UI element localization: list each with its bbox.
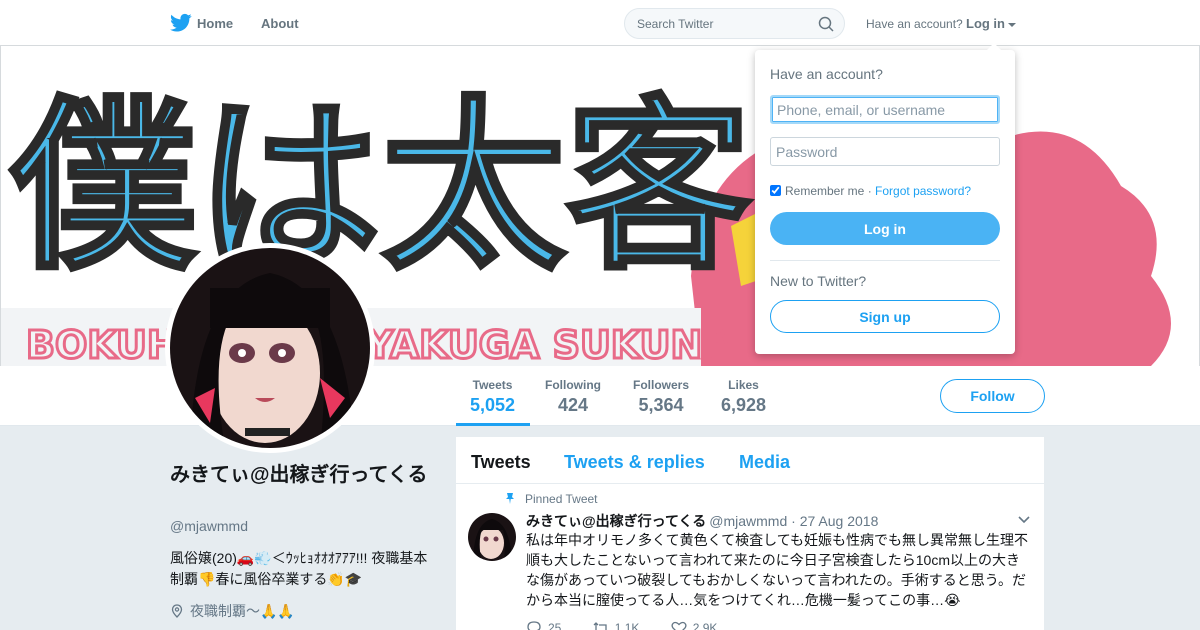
stat-following[interactable]: Following 424: [545, 378, 601, 416]
active-stat-underline: [456, 423, 530, 426]
timeline: Tweets Tweets & replies Media Pinned Twe…: [456, 437, 1044, 630]
stat-label: Following: [545, 378, 601, 392]
tweet-avatar[interactable]: [468, 513, 516, 561]
remember-me-label[interactable]: Remember me: [785, 184, 864, 198]
stat-followers[interactable]: Followers 5,364: [633, 378, 689, 416]
profile-bio: 風俗嬢(20)🚗💨＜ｳｯﾋｮｵｵｵｱｱｱ!!! 夜職基本制覇👎春に風俗卒業する👏…: [170, 550, 428, 587]
heart-icon: [671, 621, 687, 630]
new-to-twitter-text: New to Twitter?: [770, 273, 867, 289]
timeline-tabs: Tweets Tweets & replies Media: [456, 437, 1044, 484]
search-box[interactable]: [624, 8, 845, 39]
tweet-text: 私は年中オリモノ多くて黄色くて検査しても妊娠も性病でも無し異常無し生理不順も大し…: [526, 532, 1029, 608]
remember-separator: ·: [867, 184, 872, 198]
remember-me-row: Remember me · Forgot password?: [770, 184, 971, 198]
reply-button[interactable]: 25: [526, 621, 561, 630]
stat-label: Likes: [728, 378, 759, 392]
profile-handle[interactable]: @mjawmmd: [170, 518, 248, 534]
signup-button[interactable]: Sign up: [770, 300, 1000, 333]
dropdown-arrow: [986, 43, 1002, 51]
location-text: 夜職制覇〜🙏🙏: [190, 603, 295, 619]
top-nav: Home About Have an account? Log in: [0, 0, 1200, 46]
login-dropdown-title: Have an account?: [770, 66, 883, 82]
forgot-password-link[interactable]: Forgot password?: [875, 184, 971, 198]
search-input[interactable]: [637, 17, 807, 31]
chevron-down-icon[interactable]: [1018, 516, 1030, 524]
login-dropdown: Have an account? Remember me · Forgot pa…: [755, 43, 1015, 354]
profile-avatar[interactable]: [165, 243, 375, 453]
reply-count: 25: [548, 621, 562, 630]
dropdown-divider: [770, 260, 1000, 261]
tab-tweets-replies[interactable]: Tweets & replies: [564, 452, 705, 473]
location-pin-icon: [171, 604, 183, 618]
retweet-icon: [593, 622, 607, 630]
tab-tweets[interactable]: Tweets: [471, 452, 531, 473]
avatar-illustration: [170, 248, 370, 448]
reply-icon: [527, 621, 541, 630]
search-icon[interactable]: [818, 16, 834, 32]
username-field[interactable]: [770, 95, 1000, 124]
stat-value: 5,364: [638, 395, 684, 415]
profile-name[interactable]: みきてぃ@出稼ぎ行ってくる: [170, 462, 440, 489]
password-field[interactable]: [770, 137, 1000, 166]
login-button[interactable]: Log in: [770, 212, 1000, 245]
retweet-count: 1.1K: [614, 621, 640, 630]
pinned-icon: [506, 493, 514, 504]
like-count: 2.9K: [692, 621, 718, 630]
login-dropdown-toggle[interactable]: Log in: [966, 16, 1016, 31]
profile-location: 夜職制覇〜🙏🙏: [170, 601, 295, 621]
have-account-text: Have an account?: [866, 17, 963, 31]
pinned-label: Pinned Tweet: [525, 492, 598, 506]
retweet-button[interactable]: 1.1K: [593, 621, 640, 630]
stat-label: Followers: [633, 378, 690, 392]
nav-home-link[interactable]: Home: [197, 16, 233, 31]
tweet-actions: 25 1.1K 2.9K: [526, 621, 745, 630]
tweet-author-handle[interactable]: @mjawmmd: [709, 513, 787, 529]
banner-subtitle-text: BOKUHA FUTOKYAKUGA SUKUNAI: [26, 323, 746, 366]
nav-about-link[interactable]: About: [261, 16, 299, 31]
tweet-date[interactable]: 27 Aug 2018: [800, 513, 879, 529]
stat-tweets[interactable]: Tweets 5,052: [470, 378, 515, 416]
tab-media[interactable]: Media: [739, 452, 790, 473]
tweet-header: みきてぃ@出稼ぎ行ってくる @mjawmmd · 27 Aug 2018: [526, 511, 878, 531]
stat-value: 5,052: [470, 395, 516, 415]
tweet-author-name[interactable]: みきてぃ@出稼ぎ行ってくる: [526, 513, 706, 529]
stat-value: 424: [557, 395, 589, 415]
like-button[interactable]: 2.9K: [671, 621, 718, 630]
twitter-bird-icon[interactable]: [170, 13, 192, 33]
follow-button[interactable]: Follow: [940, 379, 1045, 413]
stat-label: Tweets: [472, 378, 513, 392]
caret-down-icon: [1008, 22, 1016, 27]
stat-value: 6,928: [721, 395, 767, 415]
stat-likes[interactable]: Likes 6,928: [721, 378, 766, 416]
login-link-label: Log in: [966, 16, 1005, 31]
tweet-date-sep: ·: [791, 513, 800, 529]
remember-me-checkbox[interactable]: [770, 185, 781, 196]
